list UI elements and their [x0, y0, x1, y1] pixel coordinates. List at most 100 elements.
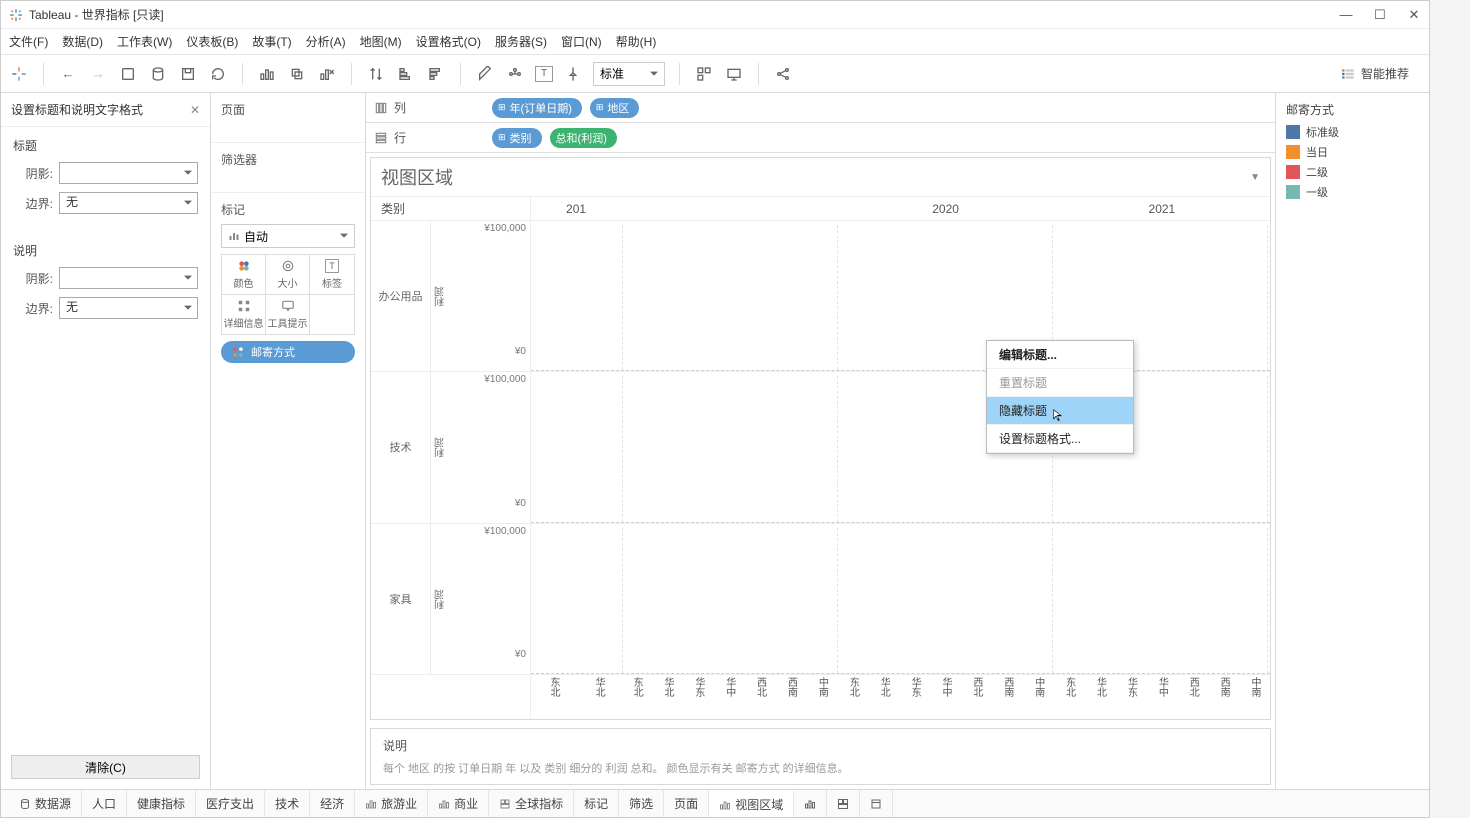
sheet-tab[interactable]: 筛选 [619, 790, 664, 817]
x-axis-label: 华东 [907, 677, 922, 697]
sheet-tab[interactable]: 视图区域 [709, 790, 794, 817]
highlight-icon[interactable] [475, 64, 495, 84]
close-button[interactable]: ✕ [1407, 7, 1421, 23]
clear-button[interactable]: 清除(C) [11, 755, 200, 779]
tab-datasource[interactable]: 数据源 [9, 790, 82, 817]
filters-card[interactable]: 筛选器 [211, 143, 365, 193]
group-icon[interactable] [505, 64, 525, 84]
caption-box[interactable]: 说明 每个 地区 的按 订单日期 年 以及 类别 细分的 利润 总和。 颜色显示… [370, 728, 1271, 785]
undo-icon[interactable]: ← [58, 64, 78, 84]
marks-label[interactable]: T 标签 [310, 255, 354, 295]
sheet-tab[interactable]: 商业 [428, 790, 489, 817]
row-category-label: 技术 [371, 372, 431, 522]
minimize-button[interactable]: — [1339, 7, 1353, 23]
autosave-icon[interactable] [178, 64, 198, 84]
window-title: Tableau - 世界指标 [只读] [29, 6, 164, 23]
row-pill-profit[interactable]: 总和(利润) [550, 128, 617, 148]
col-pill-year[interactable]: ⊞年(订单日期) [492, 98, 582, 118]
maximize-button[interactable]: ☐ [1373, 7, 1387, 23]
sheet-tab[interactable]: 医疗支出 [196, 790, 265, 817]
presentation-icon[interactable] [724, 64, 744, 84]
duplicate-icon[interactable] [287, 64, 307, 84]
sheet-tab[interactable]: 页面 [664, 790, 709, 817]
format-panel-close-icon[interactable]: ✕ [190, 103, 200, 117]
tableau-icon[interactable] [9, 64, 29, 84]
marks-color[interactable]: 颜色 [222, 255, 266, 295]
menu-file[interactable]: 文件(F) [9, 33, 48, 50]
show-cards-icon[interactable] [694, 64, 714, 84]
sheet-tab[interactable]: 健康指标 [127, 790, 196, 817]
smart-recommend-button[interactable]: 智能推荐 [1341, 65, 1421, 82]
menu-map[interactable]: 地图(M) [360, 33, 402, 50]
share-icon[interactable] [773, 64, 793, 84]
swap-icon[interactable] [366, 64, 386, 84]
caption-text: 每个 地区 的按 订单日期 年 以及 类别 细分的 利润 总和。 颜色显示有关 … [383, 760, 1258, 776]
pin-icon[interactable] [563, 64, 583, 84]
title-border-select[interactable]: 无 [59, 192, 198, 214]
caption-border-select[interactable]: 无 [59, 297, 198, 319]
x-axis-label: 西北 [753, 677, 768, 697]
menu-window[interactable]: 窗口(N) [561, 33, 602, 50]
size-icon [281, 259, 295, 273]
sheet-tab[interactable]: 人口 [82, 790, 127, 817]
rows-label: 行 [394, 129, 406, 146]
title-shadow-select[interactable] [59, 162, 198, 184]
new-worksheet-tab[interactable] [794, 790, 827, 817]
menu-data[interactable]: 数据(D) [62, 33, 103, 50]
caption-shadow-select[interactable] [59, 267, 198, 289]
rows-shelf[interactable]: 行 ⊞类别 总和(利润) [366, 123, 1275, 153]
legend-item[interactable]: 二级 [1286, 164, 1419, 180]
new-data-icon[interactable] [148, 64, 168, 84]
label-icon[interactable]: T [535, 66, 553, 82]
ctx-reset-title[interactable]: 重置标题 [987, 369, 1133, 397]
sort-asc-icon[interactable] [396, 64, 416, 84]
sheet-tab[interactable]: 技术 [265, 790, 310, 817]
year-header-2021: 2021 [1054, 197, 1270, 220]
pages-card[interactable]: 页面 [211, 93, 365, 143]
save-icon[interactable] [118, 64, 138, 84]
col-pill-region[interactable]: ⊞地区 [590, 98, 640, 118]
year-header-2018: 201 [531, 197, 621, 220]
ctx-edit-title[interactable]: 编辑标题... [987, 341, 1133, 369]
sheet-tab[interactable]: 全球指标 [489, 790, 574, 817]
menu-format[interactable]: 设置格式(O) [416, 33, 481, 50]
ctx-format-title[interactable]: 设置标题格式... [987, 425, 1133, 453]
new-worksheet-icon[interactable] [257, 64, 277, 84]
sheet-tab[interactable]: 标记 [574, 790, 619, 817]
sheet-tab[interactable]: 经济 [310, 790, 355, 817]
fit-dropdown[interactable]: 标准 [593, 62, 665, 86]
new-worksheet-icon [804, 798, 816, 810]
cards-panel: 页面 筛选器 标记 自动 颜色 大小 [211, 93, 366, 789]
marks-detail[interactable]: 详细信息 [222, 295, 266, 334]
menu-server[interactable]: 服务器(S) [495, 33, 547, 50]
new-dashboard-tab[interactable] [827, 790, 860, 817]
marks-size[interactable]: 大小 [266, 255, 310, 295]
legend-item[interactable]: 一级 [1286, 184, 1419, 200]
redo-icon[interactable]: → [88, 64, 108, 84]
refresh-icon[interactable] [208, 64, 228, 84]
menu-story[interactable]: 故事(T) [252, 33, 291, 50]
menu-worksheet[interactable]: 工作表(W) [117, 33, 172, 50]
text-icon: T [325, 259, 339, 273]
legend-item[interactable]: 当日 [1286, 144, 1419, 160]
sheet-tab[interactable]: 旅游业 [355, 790, 428, 817]
sort-desc-icon[interactable] [426, 64, 446, 84]
new-story-tab[interactable] [860, 790, 893, 817]
cursor-icon [1051, 406, 1065, 424]
marks-tooltip[interactable]: 工具提示 [266, 295, 310, 334]
menu-help[interactable]: 帮助(H) [616, 33, 657, 50]
row-pill-category[interactable]: ⊞类别 [492, 128, 542, 148]
menu-dashboard[interactable]: 仪表板(B) [186, 33, 238, 50]
menu-analysis[interactable]: 分析(A) [306, 33, 346, 50]
legend-label: 当日 [1306, 144, 1328, 160]
x-axis-label: 中南 [814, 677, 829, 697]
viz-title-bar[interactable]: 视图区域 ▼ [371, 158, 1270, 197]
database-icon [19, 798, 31, 810]
color-pill[interactable]: 邮寄方式 [221, 341, 355, 363]
clear-icon[interactable] [317, 64, 337, 84]
marks-type-select[interactable]: 自动 [221, 224, 355, 248]
viz-title-dropdown-icon[interactable]: ▼ [1250, 172, 1260, 183]
legend-item[interactable]: 标准级 [1286, 124, 1419, 140]
columns-shelf[interactable]: 列 ⊞年(订单日期) ⊞地区 [366, 93, 1275, 123]
x-axis-label: 华北 [876, 677, 891, 697]
